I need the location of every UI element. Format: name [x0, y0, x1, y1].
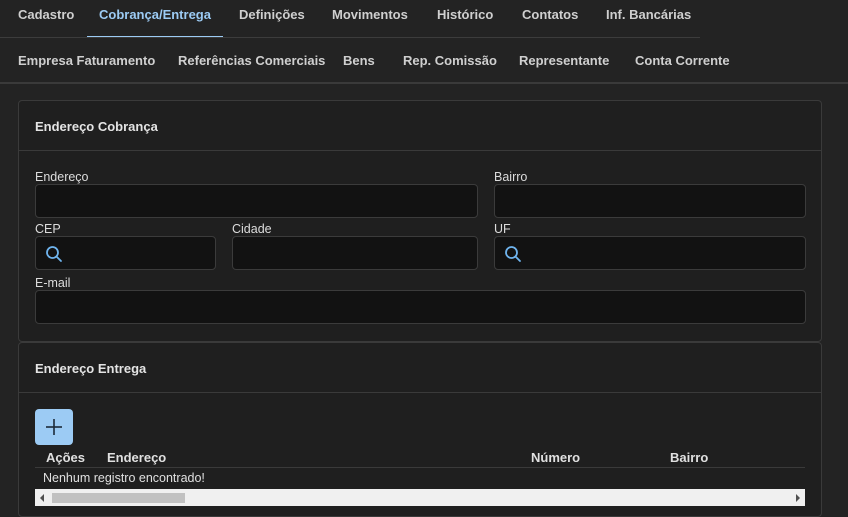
column-header-acoes[interactable]: Ações: [46, 450, 85, 465]
delivery-address-panel: Endereço Entrega Ações Endereço Número B…: [18, 342, 822, 517]
cidade-input[interactable]: [233, 237, 477, 269]
tab-conta-corrente[interactable]: Conta Corrente: [635, 38, 730, 82]
table-header-divider: [35, 467, 805, 468]
delivery-panel-title: Endereço Entrega: [35, 361, 147, 376]
tab-movimentos[interactable]: Movimentos: [332, 0, 408, 36]
tab-historico[interactable]: Histórico: [437, 0, 493, 36]
email-input[interactable]: [36, 291, 805, 323]
tab-empresa-faturamento[interactable]: Empresa Faturamento: [18, 38, 155, 82]
tab-inf-bancarias[interactable]: Inf. Bancárias: [606, 0, 691, 36]
cep-label: CEP: [35, 222, 61, 236]
bairro-label: Bairro: [494, 170, 528, 184]
cidade-field: [232, 236, 478, 270]
uf-input[interactable]: [495, 237, 805, 269]
tab-bens[interactable]: Bens: [343, 38, 375, 82]
billing-address-panel: Endereço Cobrança Endereço Bairro CEP Ci…: [18, 100, 822, 342]
plus-icon: [46, 419, 62, 435]
tab-cobranca-entrega[interactable]: Cobrança/Entrega: [87, 0, 223, 38]
column-header-bairro[interactable]: Bairro: [670, 450, 708, 465]
delivery-panel-header: Endereço Entrega: [19, 343, 821, 393]
billing-panel-title: Endereço Cobrança: [35, 119, 158, 134]
tab-definicoes[interactable]: Definições: [239, 0, 305, 36]
tab-contatos[interactable]: Contatos: [522, 0, 578, 36]
empty-table-message: Nenhum registro encontrado!: [43, 471, 205, 485]
column-header-numero[interactable]: Número: [531, 450, 580, 465]
cidade-label: Cidade: [232, 222, 272, 236]
tab-cadastro[interactable]: Cadastro: [18, 0, 74, 36]
horizontal-scrollbar[interactable]: [35, 489, 805, 506]
email-field: [35, 290, 806, 324]
email-label: E-mail: [35, 276, 71, 290]
uf-label: UF: [494, 222, 511, 236]
secondary-tab-divider: [0, 82, 848, 84]
cep-field: [35, 236, 216, 270]
endereco-field: [35, 184, 478, 218]
tab-representante[interactable]: Representante: [519, 38, 609, 82]
uf-field: [494, 236, 806, 270]
add-address-button[interactable]: [35, 409, 73, 445]
search-icon[interactable]: [45, 245, 63, 263]
scroll-right-arrow-icon[interactable]: [796, 494, 800, 502]
billing-panel-header: Endereço Cobrança: [19, 101, 821, 151]
bairro-input[interactable]: [495, 185, 805, 217]
primary-tab-bar: Cadastro Cobrança/Entrega Definições Mov…: [0, 0, 848, 38]
column-header-endereco[interactable]: Endereço: [107, 450, 166, 465]
endereco-label: Endereço: [35, 170, 89, 184]
scroll-left-arrow-icon[interactable]: [40, 494, 44, 502]
secondary-tab-bar: Empresa Faturamento Referências Comercia…: [0, 38, 848, 84]
tab-rep-comissao[interactable]: Rep. Comissão: [403, 38, 497, 82]
scrollbar-thumb[interactable]: [52, 493, 185, 503]
search-icon[interactable]: [504, 245, 522, 263]
endereco-input[interactable]: [36, 185, 477, 217]
tab-referencias-comerciais[interactable]: Referências Comerciais: [178, 38, 325, 82]
bairro-field: [494, 184, 806, 218]
